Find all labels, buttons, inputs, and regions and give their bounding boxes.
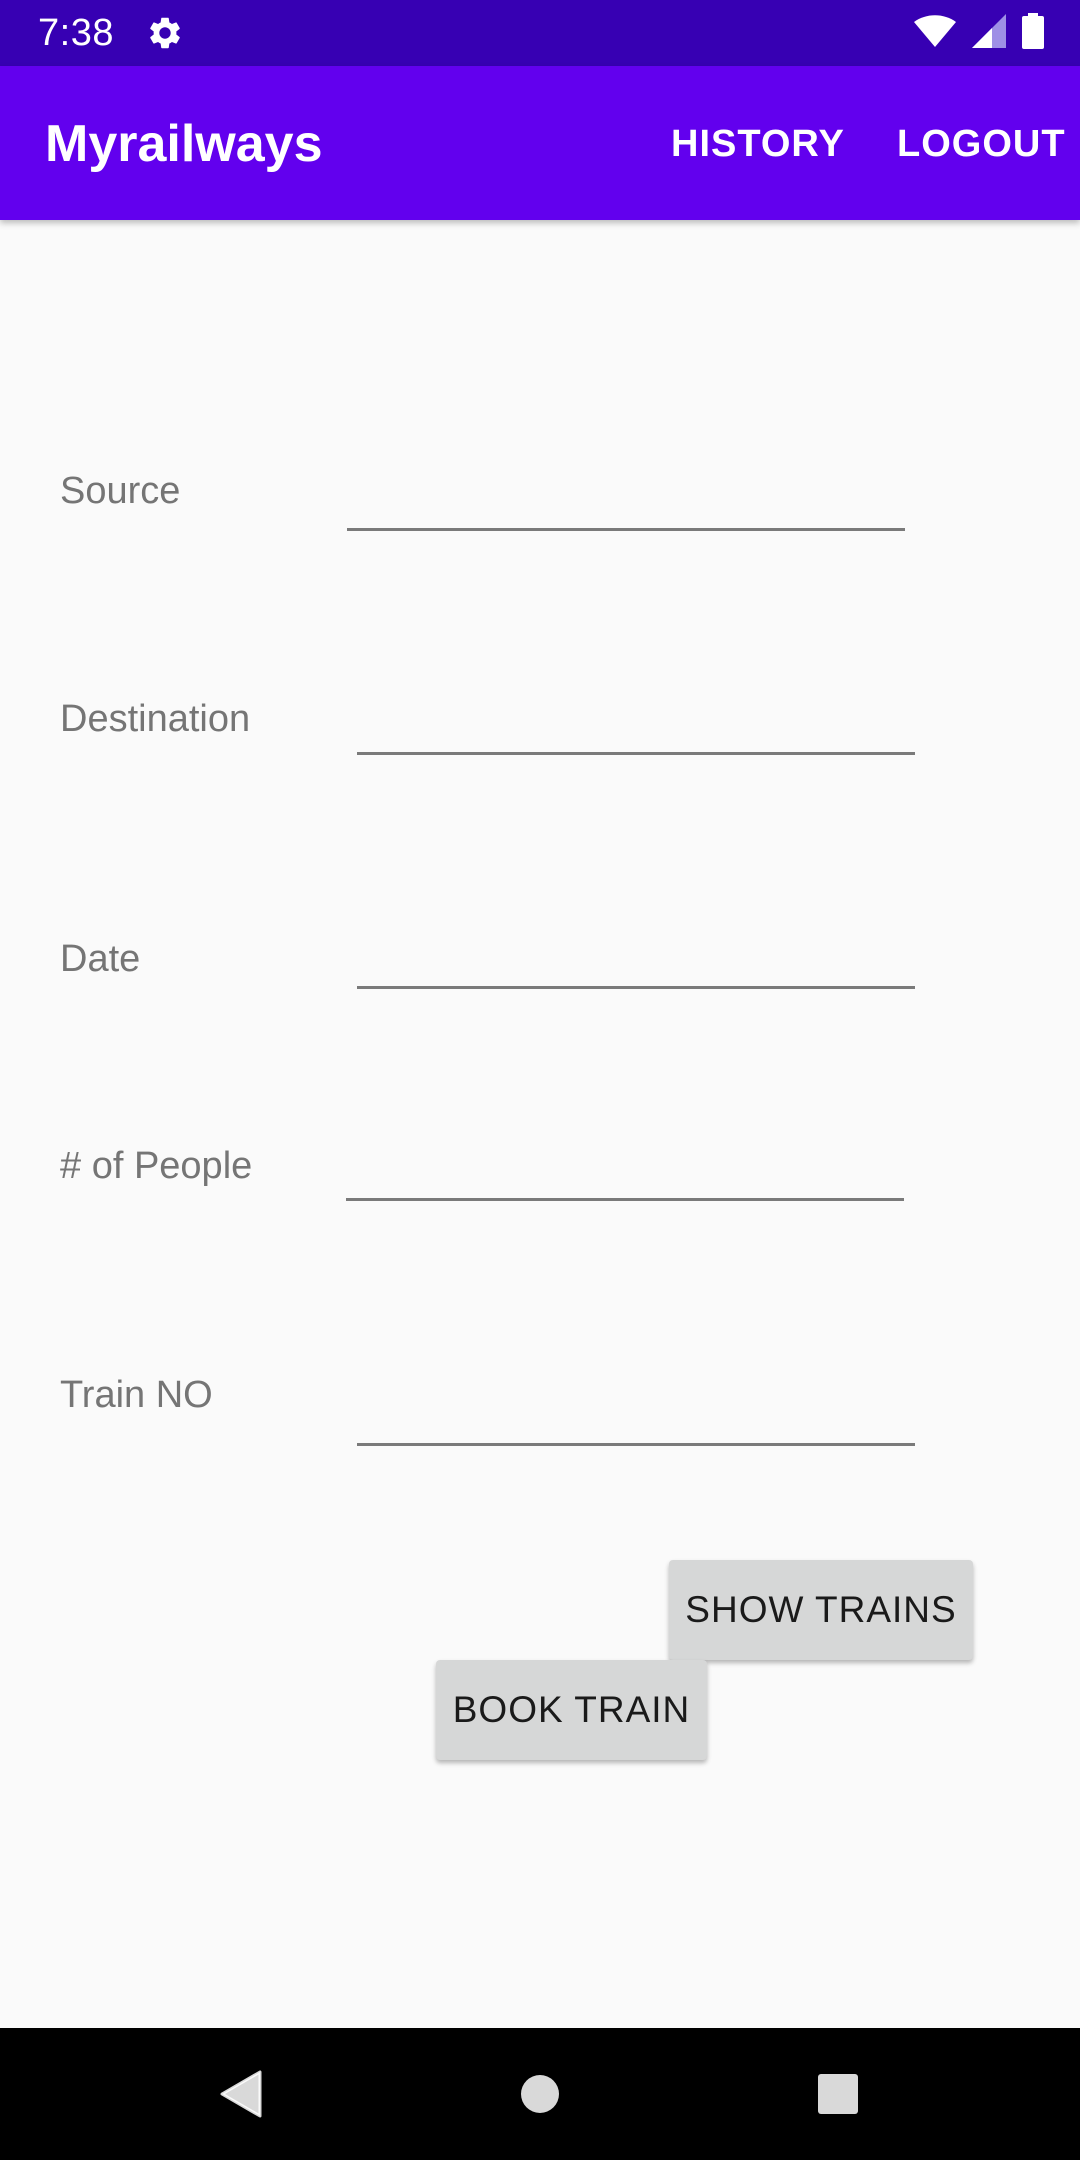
wifi-icon	[914, 14, 956, 52]
date-input[interactable]	[357, 926, 915, 989]
source-input[interactable]	[347, 468, 905, 531]
status-time: 7:38	[38, 12, 114, 54]
recents-icon[interactable]	[778, 2028, 898, 2160]
history-menu-item[interactable]: HISTORY	[671, 120, 845, 168]
status-icons	[914, 12, 1044, 54]
signal-icon	[972, 13, 1006, 53]
status-bar: 7:38	[0, 0, 1080, 66]
people-label: # of People	[60, 1145, 253, 1187]
app-bar: Myrailways HISTORY LOGOUT	[0, 66, 1080, 220]
gear-icon	[146, 14, 184, 52]
date-label: Date	[60, 938, 141, 980]
people-input[interactable]	[346, 1138, 904, 1201]
destination-input[interactable]	[357, 692, 915, 755]
back-icon[interactable]	[180, 2028, 300, 2160]
home-icon[interactable]	[480, 2028, 600, 2160]
show-trains-button[interactable]: SHOW TRAINS	[669, 1560, 973, 1660]
navigation-bar	[0, 2028, 1080, 2160]
book-train-button[interactable]: BOOK TRAIN	[436, 1660, 707, 1760]
train-no-input[interactable]	[357, 1383, 915, 1446]
battery-icon	[1022, 12, 1044, 54]
source-label: Source	[60, 470, 181, 512]
logout-menu-item[interactable]: LOGOUT	[897, 120, 1066, 168]
app-title: Myrailways	[45, 115, 323, 173]
train-no-label: Train NO	[60, 1374, 213, 1416]
destination-label: Destination	[60, 698, 251, 740]
